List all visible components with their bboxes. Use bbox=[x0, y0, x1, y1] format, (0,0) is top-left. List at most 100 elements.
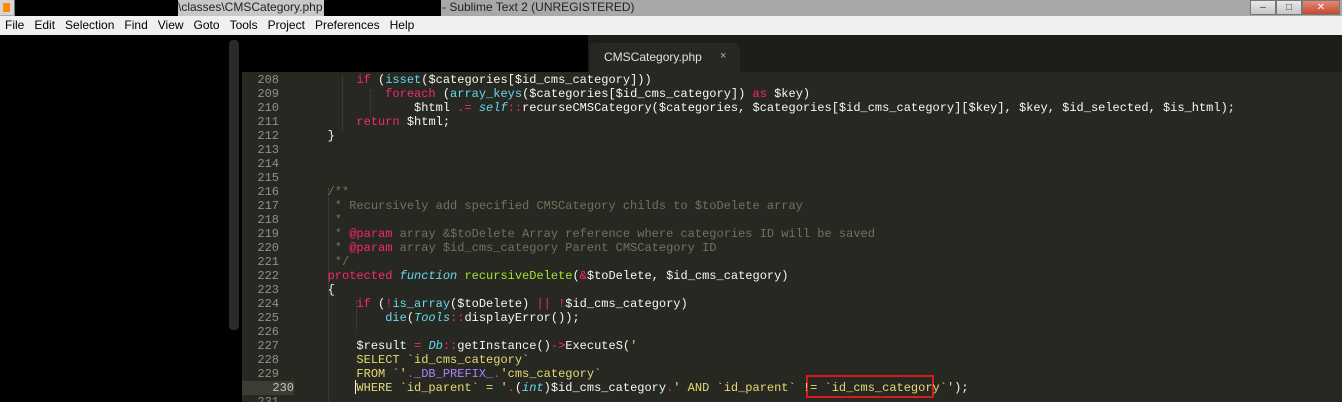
code-line: * @param array $id_cms_category Parent C… bbox=[270, 241, 717, 255]
code-token: self bbox=[478, 101, 508, 115]
redacted-region bbox=[324, 0, 441, 16]
code-token: @param bbox=[349, 227, 393, 241]
code-token: displayError()); bbox=[464, 311, 580, 325]
title-bar: \classes\CMSCategory.php - Sublime Text … bbox=[0, 0, 1342, 16]
code-token: * bbox=[270, 241, 350, 255]
code-token: array_keys bbox=[450, 87, 523, 101]
menu-file[interactable]: File bbox=[0, 16, 29, 35]
code-token: /** bbox=[270, 185, 350, 199]
window-title-path: \classes\CMSCategory.php bbox=[178, 0, 325, 16]
code-token: ( bbox=[370, 297, 386, 311]
code-line: * @param array &$toDelete Array referenc… bbox=[270, 227, 875, 241]
menu-view[interactable]: View bbox=[153, 16, 189, 35]
line-number: 226 bbox=[257, 325, 279, 339]
code-token: & bbox=[579, 269, 587, 283]
code-token: array $id_cms_category Parent CMSCategor… bbox=[392, 241, 717, 255]
code-token: * Recursively add specified CMSCategory … bbox=[270, 199, 803, 213]
code-editor[interactable]: 208 209 210 211 212 213 214 215 216 217 218 219 220 2… bbox=[242, 72, 1342, 402]
code-token: ( bbox=[572, 269, 580, 283]
code-line: if (!is_array($toDelete) || !$id_cms_cat… bbox=[270, 297, 688, 311]
sublime-app-icon[interactable] bbox=[0, 0, 15, 15]
tab-label: CMSCategory.php bbox=[604, 50, 702, 64]
code-token: `id_cms_category` bbox=[824, 381, 947, 395]
window-title-app: - Sublime Text 2 (UNREGISTERED) bbox=[442, 0, 635, 14]
code-line: protected function recursiveDelete(&$toD… bbox=[270, 269, 789, 283]
code-token: :: bbox=[442, 339, 458, 353]
code-token: return bbox=[356, 115, 400, 129]
code-token: _DB_PREFIX_ bbox=[414, 367, 494, 381]
code-token: $id_cms_category) bbox=[565, 297, 688, 311]
code-token: -> bbox=[550, 339, 566, 353]
code-area[interactable]: if (isset($categories[$id_cms_category])… bbox=[328, 72, 1342, 402]
code-line: } bbox=[270, 129, 335, 143]
code-line: */ bbox=[270, 255, 349, 269]
code-token: :: bbox=[507, 101, 523, 115]
redacted-region bbox=[15, 0, 178, 16]
menu-find[interactable]: Find bbox=[119, 16, 152, 35]
code-token: ' bbox=[399, 367, 407, 381]
tab-bar: CMSCategory.php × bbox=[242, 35, 1342, 72]
maximize-button[interactable]: □ bbox=[1276, 0, 1302, 15]
code-token: function bbox=[399, 269, 458, 283]
code-line: WHERE `id_parent` = '.(int)$id_cms_categ… bbox=[270, 381, 969, 395]
code-token: $toDelete, $id_cms_category) bbox=[586, 269, 789, 283]
menu-goto[interactable]: Goto bbox=[189, 16, 225, 35]
code-token: ($toDelete) bbox=[450, 297, 537, 311]
code-token: SELECT `id_cms_category` bbox=[270, 353, 530, 367]
menu-preferences[interactable]: Preferences bbox=[310, 16, 385, 35]
code-token: ( bbox=[406, 311, 415, 325]
code-token: */ bbox=[270, 255, 350, 269]
code-token: * bbox=[270, 227, 350, 241]
menu-tools[interactable]: Tools bbox=[225, 16, 263, 35]
code-line: * bbox=[270, 213, 342, 227]
code-token: .= bbox=[457, 101, 472, 115]
code-token: WHERE `id_parent` = bbox=[270, 381, 501, 395]
code-token: * bbox=[270, 213, 343, 227]
menu-project[interactable]: Project bbox=[263, 16, 310, 35]
close-window-button[interactable]: ✕ bbox=[1302, 0, 1340, 15]
code-token: . bbox=[507, 381, 515, 395]
tab-cmscategory[interactable]: CMSCategory.php × bbox=[590, 43, 740, 72]
line-number: 231 bbox=[257, 395, 279, 402]
code-line: /** bbox=[270, 185, 350, 199]
redacted-region bbox=[242, 35, 588, 72]
menu-help[interactable]: Help bbox=[385, 16, 420, 35]
code-line: { bbox=[270, 283, 335, 297]
code-token: $html; bbox=[399, 115, 451, 129]
code-line: $result = Db::getInstance()->ExecuteS(' bbox=[270, 339, 637, 353]
code-token: ( bbox=[370, 73, 386, 87]
sidebar-scrollbar[interactable] bbox=[229, 40, 239, 330]
code-token: recurseCMSCategory($categories, $categor… bbox=[522, 101, 1235, 115]
minimize-button[interactable]: – bbox=[1250, 0, 1276, 15]
code-token: ' AND `id_parent` != bbox=[673, 381, 825, 395]
code-line: * Recursively add specified CMSCategory … bbox=[270, 199, 803, 213]
code-token: ($categories[$id_cms_category])) bbox=[421, 73, 652, 87]
line-number: 213 bbox=[257, 143, 279, 157]
code-token: if bbox=[356, 73, 371, 87]
code-line: foreach (array_keys($categories[$id_cms_… bbox=[270, 87, 810, 101]
code-line: die(Tools::displayError()); bbox=[270, 311, 580, 325]
code-token: ); bbox=[954, 381, 969, 395]
code-token: array &$toDelete Array reference where c… bbox=[392, 227, 875, 241]
code-line: if (isset($categories[$id_cms_category])… bbox=[270, 73, 652, 87]
line-number: 214 bbox=[257, 157, 279, 171]
code-token: Tools bbox=[414, 311, 451, 325]
code-token: || bbox=[536, 297, 551, 311]
code-token: protected bbox=[327, 269, 393, 283]
code-token: recursiveDelete bbox=[464, 269, 573, 283]
code-token: ' bbox=[630, 339, 638, 353]
tab-close-icon[interactable]: × bbox=[720, 50, 726, 62]
menu-selection[interactable]: Selection bbox=[60, 16, 119, 35]
code-token: } bbox=[270, 129, 335, 143]
code-token: getInstance() bbox=[457, 339, 551, 353]
code-token: $key) bbox=[766, 87, 811, 101]
menu-edit[interactable]: Edit bbox=[29, 16, 60, 35]
code-token: 'cms_category` bbox=[500, 367, 602, 381]
